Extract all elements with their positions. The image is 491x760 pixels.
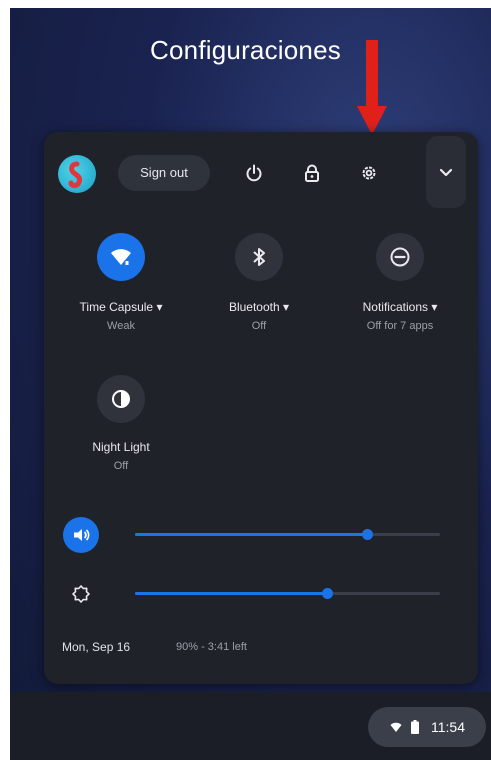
battery-icon <box>411 720 419 734</box>
power-button[interactable] <box>236 155 272 191</box>
caption-title: Configuraciones <box>150 35 341 65</box>
brightness-slider-fill <box>135 592 328 595</box>
night-light-icon <box>112 390 130 408</box>
bluetooth-label[interactable]: Bluetooth ▾ <box>199 300 319 314</box>
notifications-toggle[interactable] <box>376 233 424 281</box>
annotation-arrow-icon <box>357 40 387 135</box>
settings-button[interactable] <box>351 155 387 191</box>
settings-icon <box>362 166 376 180</box>
lock-icon <box>305 164 319 182</box>
bluetooth-status: Off <box>251 320 267 332</box>
battery-status[interactable]: 90% - 3:41 left <box>176 641 247 653</box>
wifi-icon <box>390 722 402 732</box>
sign-out-button[interactable]: Sign out <box>118 155 210 191</box>
brightness-icon <box>72 585 90 603</box>
clock[interactable]: 11:54 <box>431 719 465 735</box>
night-light-label[interactable]: Night Light <box>61 440 181 454</box>
date-label[interactable]: Mon, Sep 16 <box>62 640 130 654</box>
night-light-status: Off <box>113 460 129 472</box>
wifi-toggle[interactable] <box>97 233 145 281</box>
night-light-toggle[interactable] <box>97 375 145 423</box>
do-not-disturb-icon <box>390 247 410 267</box>
brightness-button <box>63 576 99 612</box>
bluetooth-icon <box>253 248 265 266</box>
volume-slider[interactable] <box>135 529 440 540</box>
status-tray[interactable] <box>368 707 486 747</box>
volume-icon <box>74 529 90 541</box>
volume-mute-button[interactable] <box>63 517 99 553</box>
brightness-slider[interactable] <box>135 588 440 599</box>
volume-slider-fill <box>135 533 367 536</box>
wifi-icon <box>111 249 131 267</box>
lock-button[interactable] <box>294 155 330 191</box>
bluetooth-toggle[interactable] <box>235 233 283 281</box>
collapse-button[interactable] <box>426 136 466 208</box>
power-icon <box>246 164 262 182</box>
chevron-down-icon <box>439 168 453 177</box>
avatar[interactable] <box>58 155 96 193</box>
volume-slider-thumb[interactable] <box>361 529 373 540</box>
wifi-status: Weak <box>107 320 135 332</box>
wifi-label[interactable]: Time Capsule ▾ <box>61 300 181 314</box>
notifications-status: Off for 7 apps <box>366 320 434 332</box>
notifications-label[interactable]: Notifications ▾ <box>340 300 460 314</box>
